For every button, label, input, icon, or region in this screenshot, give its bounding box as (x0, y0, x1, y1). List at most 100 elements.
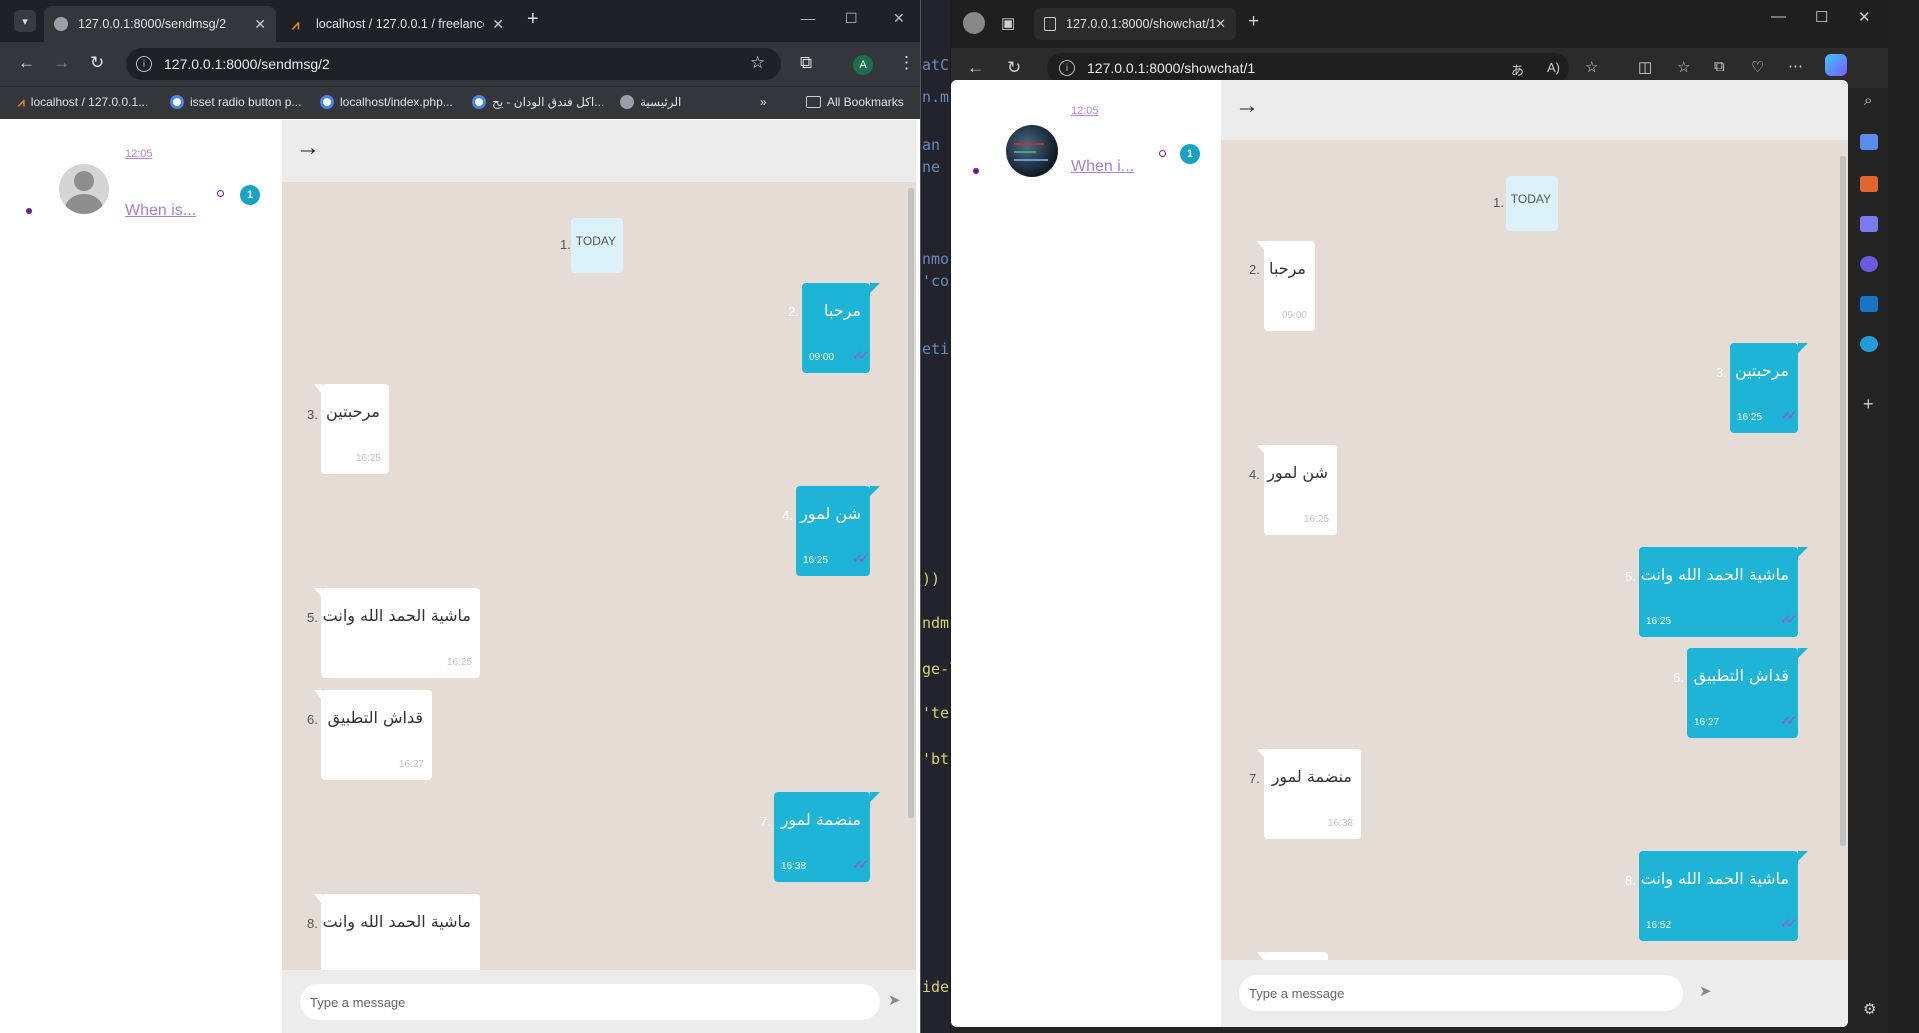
forward-button[interactable]: → (53, 53, 70, 73)
read-aloud-icon[interactable]: A) (1547, 60, 1560, 75)
split-screen-icon[interactable]: ◫ (1638, 58, 1652, 76)
chrome-window: ▾ 127.0.0.1:8000/sendmsg/2 ✕ ⩘ localhost… (0, 0, 921, 1033)
copilot-sidebar-icon[interactable] (1860, 256, 1878, 272)
tab-showchat[interactable]: 127.0.0.1:8000/showchat/1 ✕ (1034, 8, 1236, 40)
close-window-button[interactable]: ✕ (893, 10, 905, 27)
conversation-name[interactable]: When is... (125, 202, 196, 220)
close-window-button[interactable]: ✕ (1858, 8, 1871, 26)
site-info-icon[interactable]: i (136, 56, 152, 72)
more-bookmarks-button[interactable]: » (760, 95, 767, 109)
address-bar[interactable]: i 127.0.0.1:8000/sendmsg/2 (126, 48, 781, 80)
tab-actions-icon[interactable]: ▣ (1001, 14, 1015, 32)
code-fragment: )) (922, 570, 941, 588)
edge-sidebar-background (1888, 0, 1919, 1033)
back-button[interactable]: ← (18, 53, 35, 73)
profile-avatar[interactable] (963, 12, 985, 34)
message-number: 3. (1716, 365, 1727, 380)
bookmark-item[interactable]: اكل فندق الودان - يح... (472, 95, 604, 109)
conversation-time[interactable]: 12:05 (125, 148, 153, 160)
bookmark-label: localhost / 127.0.0.1... (30, 95, 149, 109)
read-receipt-icon: ✓✓ (852, 348, 869, 363)
message-text: منضمة لمور (780, 810, 861, 829)
conversation-time[interactable]: 12:05 (1071, 105, 1099, 117)
message-input[interactable] (1239, 975, 1683, 1011)
bookmark-star-icon[interactable]: ☆ (750, 53, 765, 73)
new-tab-button[interactable]: + (527, 8, 539, 31)
message-number: 2. (1249, 262, 1260, 277)
message-input[interactable] (300, 984, 880, 1020)
profile-avatar[interactable]: A (853, 55, 873, 75)
favorites-icon[interactable]: ☆ (1677, 58, 1690, 76)
message-time: 09:00 (1281, 310, 1307, 321)
minimize-button[interactable]: — (1771, 8, 1786, 25)
maximize-button[interactable]: ☐ (1815, 8, 1828, 26)
back-button[interactable]: ← (967, 58, 984, 78)
outlook-icon[interactable] (1860, 296, 1878, 312)
all-bookmarks[interactable]: All Bookmarks (806, 95, 904, 109)
message-time: 16:25 (1303, 514, 1329, 525)
message-time: 16:38 (781, 861, 807, 872)
back-arrow-icon[interactable]: → (296, 134, 320, 162)
message-bubble-sent: ماشية الحمد الله وانت 16:25 ✓✓ (1639, 547, 1808, 637)
read-receipt-icon: ✓✓ (1780, 713, 1797, 728)
google-icon (320, 95, 334, 109)
tab-search-button[interactable]: ▾ (14, 10, 36, 32)
close-tab-icon[interactable]: ✕ (254, 16, 266, 33)
page-viewport: 12:05 When i... 1 → TODAY 1. مرحبا 09:00… (951, 80, 1848, 1027)
date-chip: TODAY (571, 218, 623, 273)
maximize-button[interactable]: ☐ (845, 10, 858, 27)
conversation-name[interactable]: When i... (1071, 158, 1134, 176)
add-sidebar-app-icon[interactable]: + (1863, 394, 1874, 415)
favorite-star-icon[interactable]: ☆ (1585, 58, 1598, 76)
tab-phpmyadmin[interactable]: ⩘ localhost / 127.0.0.1 / freelance ✕ (282, 6, 514, 42)
sidebar-settings-icon[interactable]: ⚙ (1863, 1000, 1876, 1018)
back-arrow-icon[interactable]: → (1235, 92, 1259, 120)
bookmark-item[interactable]: ⩘ localhost / 127.0.0.1... (18, 95, 148, 109)
close-tab-icon[interactable]: ✕ (492, 16, 504, 33)
browser-toolbar: ← → ↻ i 127.0.0.1:8000/sendmsg/2 ☆ ⧉ A ⋮ (0, 42, 920, 86)
scrollbar[interactable] (1840, 156, 1846, 846)
menu-icon[interactable]: ⋮ (898, 53, 915, 73)
close-tab-icon[interactable]: ✕ (1215, 16, 1226, 32)
url-text: 127.0.0.1:8000/sendmsg/2 (164, 56, 330, 72)
games-icon[interactable] (1860, 216, 1878, 232)
message-text: ماشية الحمد الله وانت (322, 606, 471, 625)
message-bubble-received (1257, 952, 1328, 960)
bookmark-label: All Bookmarks (827, 95, 904, 109)
bookmark-item[interactable]: الرئيسية (620, 95, 681, 109)
bookmark-item[interactable]: isset radio button p... (170, 95, 301, 109)
message-time: 16:52 (1646, 920, 1672, 931)
bookmark-item[interactable]: localhost/index.php... (320, 95, 453, 109)
message-text: مرحبا (1269, 259, 1306, 278)
search-icon[interactable]: ⌕ (1864, 92, 1872, 109)
tab-bar: ▣ 127.0.0.1:8000/showchat/1 ✕ + — ☐ ✕ (951, 0, 1888, 48)
message-number: 7. (1249, 771, 1260, 786)
tab-title: 127.0.0.1:8000/sendmsg/2 (78, 17, 227, 31)
reload-button[interactable]: ↻ (1007, 58, 1021, 78)
date-chip: TODAY (1506, 176, 1558, 231)
tab-sendmsg[interactable]: 127.0.0.1:8000/sendmsg/2 ✕ (44, 6, 276, 42)
address-bar[interactable]: i 127.0.0.1:8000/showchat/1 (1047, 53, 1569, 83)
code-fragment: 'te (922, 704, 950, 722)
browser-essentials-icon[interactable]: ♡ (1751, 58, 1764, 76)
message-number: 6. (307, 712, 318, 727)
minimize-button[interactable]: — (801, 10, 815, 26)
message-time: 16:25 (803, 555, 829, 566)
new-tab-button[interactable]: + (1248, 11, 1259, 33)
shopping-icon[interactable] (1860, 134, 1878, 150)
site-info-icon[interactable]: i (1059, 60, 1075, 76)
read-receipt-icon: ✓✓ (1780, 408, 1797, 423)
settings-more-icon[interactable]: ⋯ (1788, 57, 1803, 75)
copilot-icon[interactable] (1825, 54, 1847, 76)
send-icon[interactable]: ➤ (888, 991, 901, 1009)
scrollbar[interactable] (908, 188, 914, 818)
reload-button[interactable]: ↻ (90, 53, 104, 73)
send-icon[interactable]: ➤ (1699, 982, 1712, 1000)
collections-icon[interactable]: ⧉ (1714, 58, 1725, 75)
xampp-icon: ⩘ (292, 17, 300, 32)
tools-icon[interactable] (1860, 176, 1878, 192)
extensions-icon[interactable]: ⧉ (800, 53, 812, 73)
translate-icon[interactable]: あ (1511, 60, 1524, 79)
code-fragment: nmo (922, 250, 950, 268)
telegram-icon[interactable] (1860, 336, 1878, 352)
